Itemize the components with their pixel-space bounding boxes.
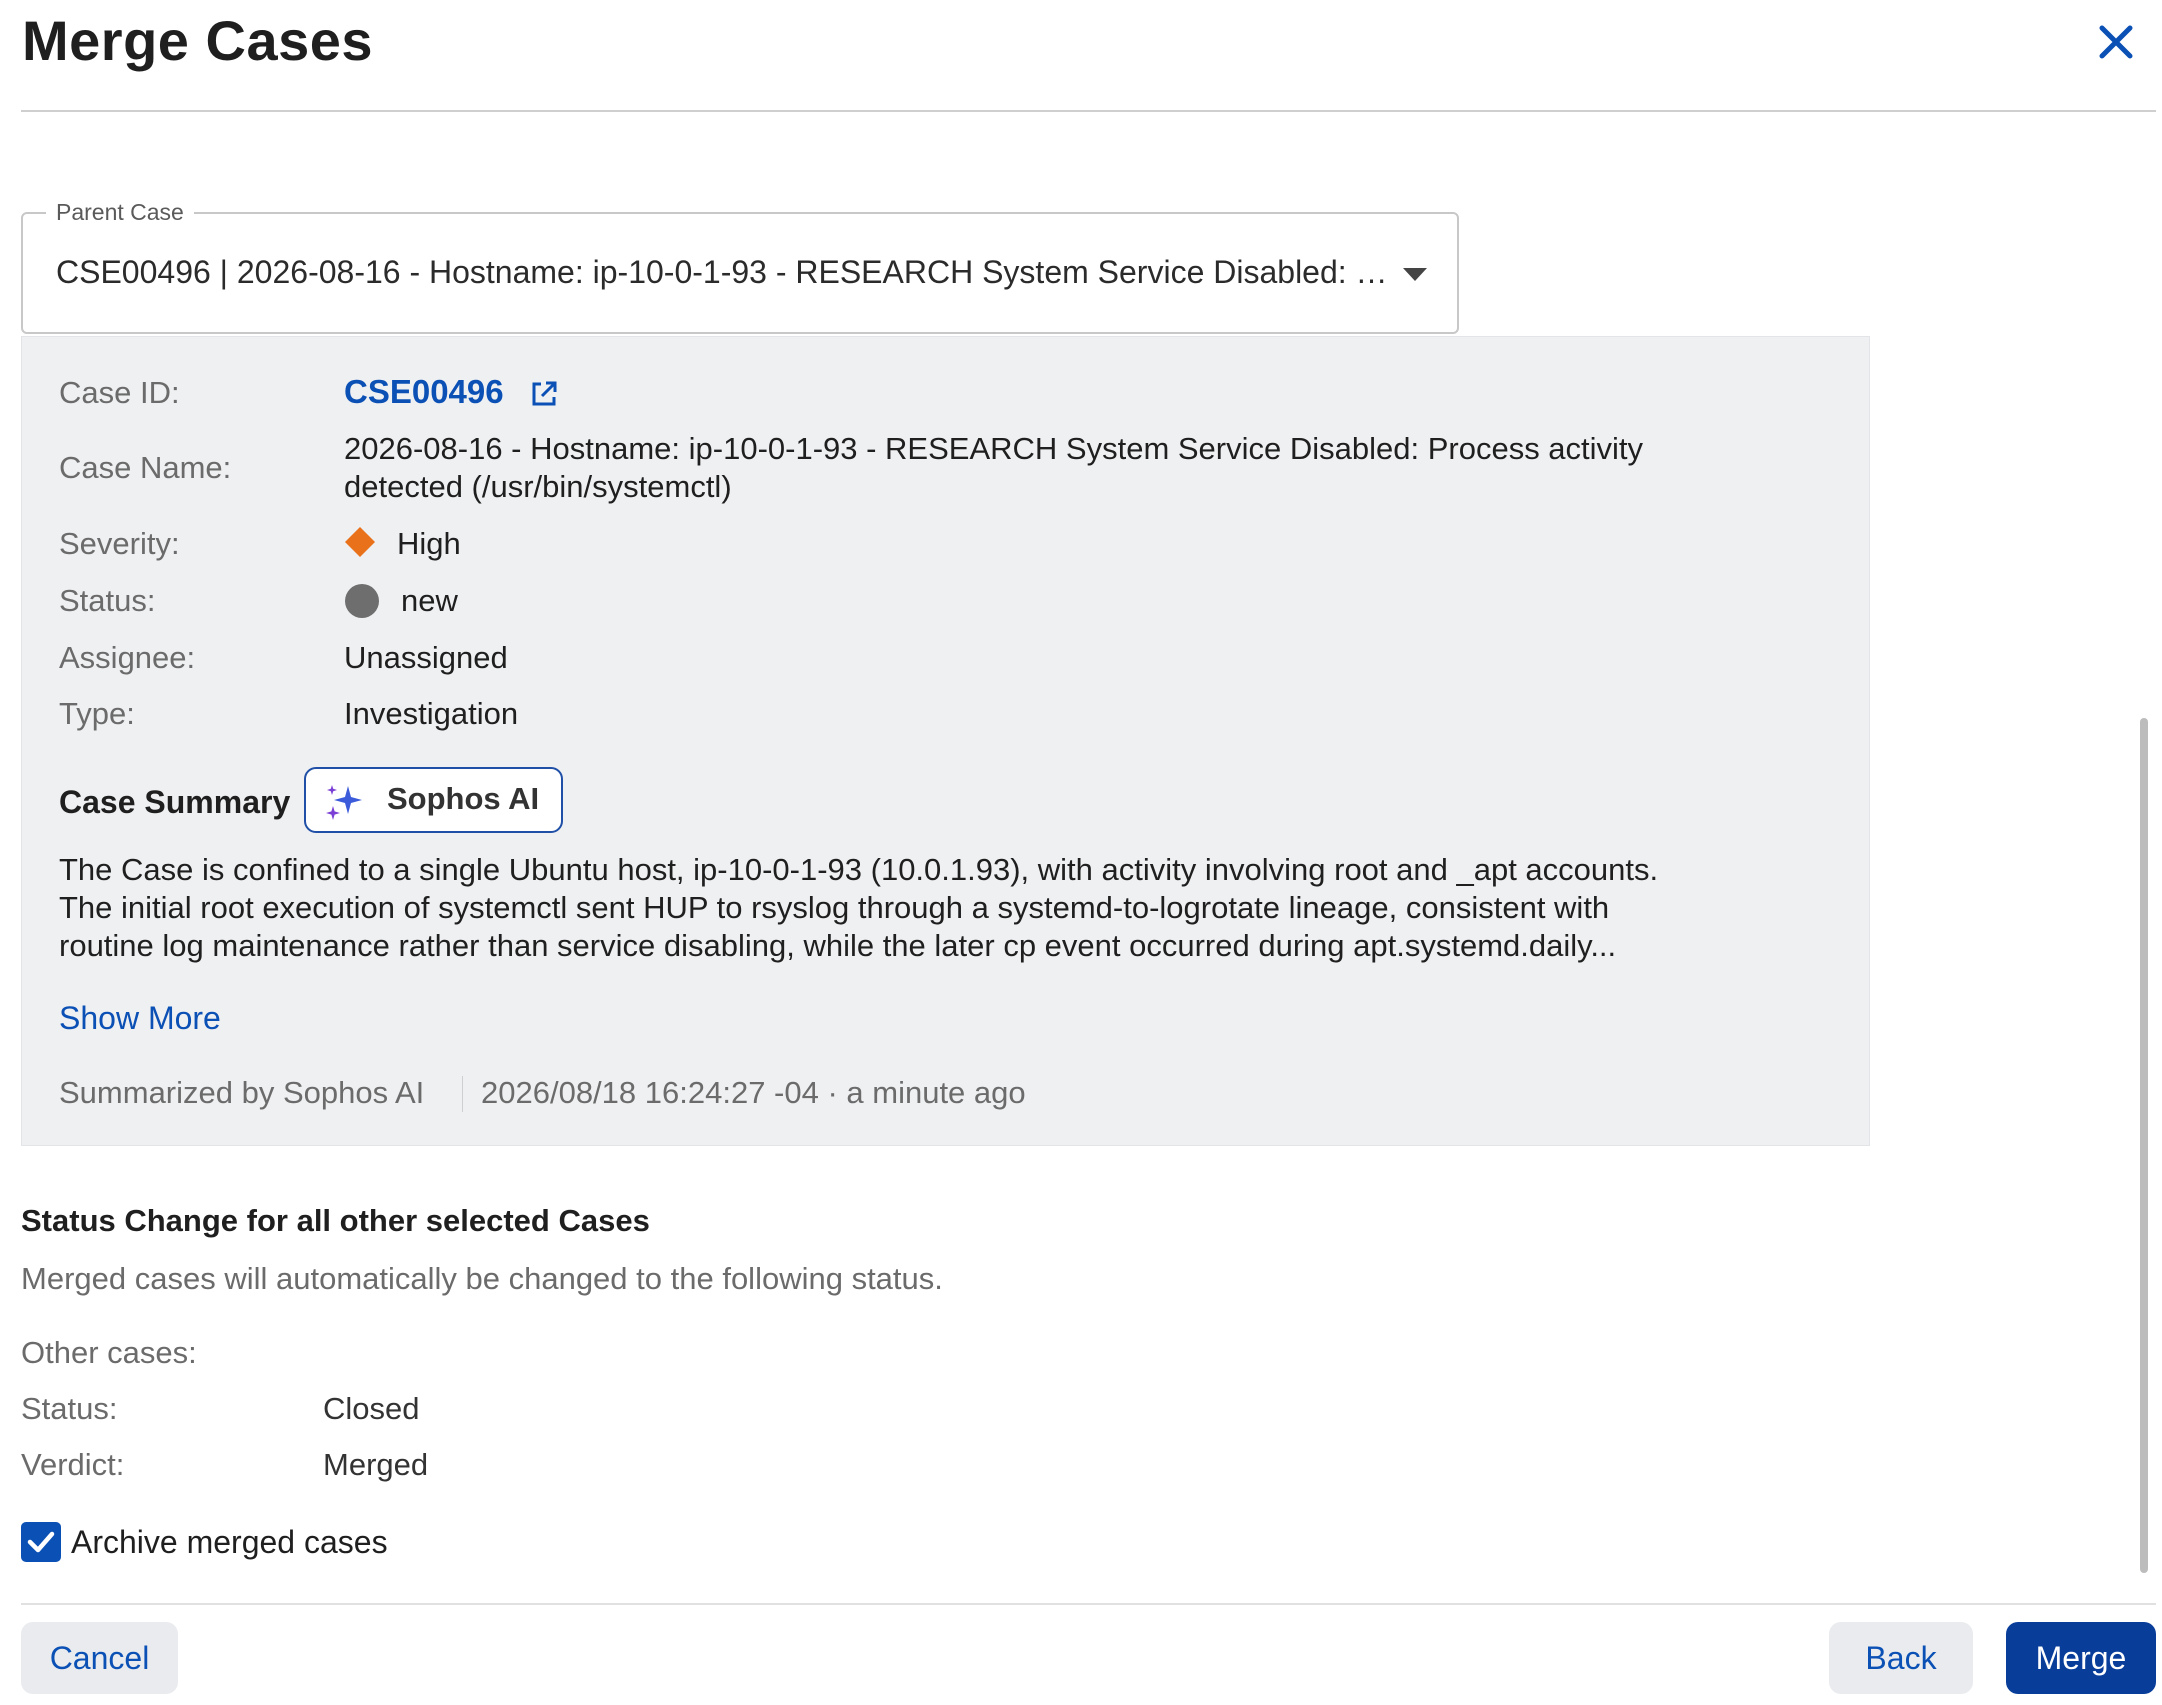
archive-merged-label[interactable]: Archive merged cases (71, 1524, 388, 1561)
close-icon (2099, 25, 2133, 59)
case-name-line1: 2026-08-16 - Hostname: ip-10-0-1-93 - RE… (344, 431, 1644, 466)
status-change-description: Merged cases will automatically be chang… (21, 1261, 943, 1296)
summarized-by: Summarized by Sophos AI (59, 1075, 425, 1110)
show-more-link[interactable]: Show More (59, 1000, 221, 1037)
other-status-label: Status: (21, 1391, 118, 1426)
merge-button[interactable]: Merge (2006, 1622, 2156, 1694)
type-value: Investigation (344, 696, 519, 731)
parent-case-label: Parent Case (46, 199, 194, 226)
footer-divider (21, 1603, 2156, 1605)
other-status-value: Closed (323, 1391, 420, 1426)
assignee-label: Assignee: (59, 640, 196, 675)
close-button[interactable] (2088, 14, 2144, 70)
status-dot-icon (345, 584, 379, 618)
sparkle-icon (324, 782, 364, 822)
summary-line: The Case is confined to a single Ubuntu … (59, 852, 1659, 887)
case-summary-text: The Case is confined to a single Ubuntu … (59, 851, 1819, 965)
severity-high-icon (344, 526, 376, 558)
parent-case-value[interactable]: CSE00496 | 2026-08-16 - Hostname: ip-10-… (56, 254, 1396, 291)
dialog-title: Merge Cases (22, 9, 374, 72)
case-summary-heading: Case Summary (59, 784, 291, 820)
summary-line: routine log maintenance rather than serv… (59, 928, 1617, 963)
severity-label: Severity: (59, 526, 180, 561)
assignee-value: Unassigned (344, 640, 508, 675)
external-link-icon[interactable] (528, 378, 560, 410)
case-name-label: Case Name: (59, 450, 232, 485)
checkmark-icon (27, 1531, 55, 1553)
status-value: new (401, 583, 458, 618)
cancel-button[interactable]: Cancel (21, 1622, 178, 1694)
severity-value: High (397, 526, 461, 561)
summary-meta-divider (462, 1076, 463, 1112)
archive-merged-checkbox[interactable] (21, 1522, 61, 1562)
summary-line: The initial root execution of systemctl … (59, 890, 1610, 925)
header-divider (21, 110, 2156, 112)
other-cases-label: Other cases: (21, 1335, 197, 1370)
case-name-line2: detected (/usr/bin/systemctl) (344, 469, 732, 504)
scrollbar[interactable] (2140, 718, 2148, 1573)
chevron-down-icon[interactable] (1403, 268, 1427, 281)
type-label: Type: (59, 696, 135, 731)
back-button[interactable]: Back (1829, 1622, 1973, 1694)
status-label: Status: (59, 583, 156, 618)
status-change-title: Status Change for all other selected Cas… (21, 1203, 650, 1238)
verdict-value: Merged (323, 1447, 429, 1482)
verdict-label: Verdict: (21, 1447, 125, 1482)
case-id-link[interactable]: CSE00496 (344, 373, 504, 411)
case-id-label: Case ID: (59, 375, 180, 410)
summary-timestamp: 2026/08/18 16:24:27 -04 · a minute ago (481, 1075, 1026, 1110)
sophos-ai-label: Sophos AI (387, 781, 540, 816)
